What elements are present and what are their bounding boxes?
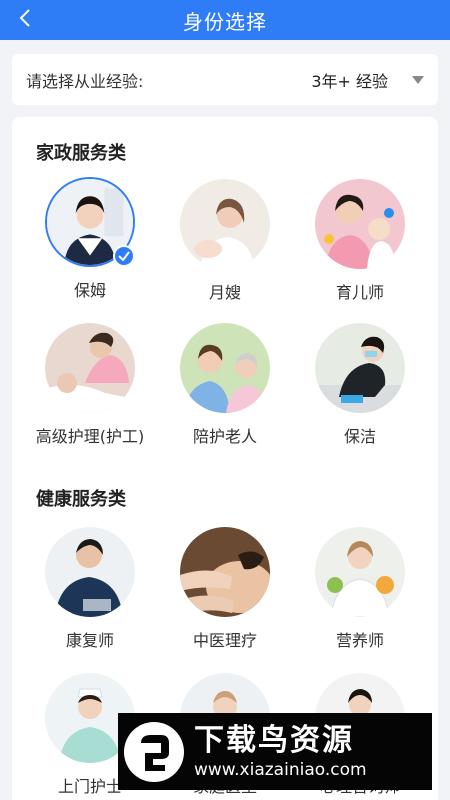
back-button[interactable]	[10, 0, 40, 36]
role-selection-card: 家政服务类 保姆 月嫂 育儿师 高级护理(护工) 陪护老人 保洁 健康服务类 康…	[12, 117, 438, 800]
role-option-maternity-nurse[interactable]: 月嫂	[155, 179, 295, 303]
avatar	[180, 323, 270, 413]
watermark-banner: 下载鸟资源 www.xiazainiao.com	[118, 713, 432, 790]
role-option-nanny[interactable]: 保姆	[20, 177, 160, 301]
nutritionist-photo	[315, 527, 405, 617]
avatar	[45, 177, 135, 267]
role-option-tcm-therapy[interactable]: 中医理疗	[155, 527, 295, 651]
role-option-cleaning[interactable]: 保洁	[290, 323, 430, 447]
cleaning-photo	[315, 323, 405, 413]
avatar	[315, 323, 405, 413]
experience-selector-card: 请选择从业经验: 3年+ 经验	[12, 54, 438, 105]
section-title-housekeeping: 家政服务类	[36, 143, 126, 164]
role-label: 育儿师	[335, 283, 384, 302]
role-label: 保姆	[73, 281, 106, 300]
role-option-rehab-therapist[interactable]: 康复师	[20, 527, 160, 651]
chevron-left-icon	[19, 9, 30, 27]
role-label: 保洁	[343, 427, 376, 446]
avatar	[45, 323, 135, 413]
role-label: 高级护理(护工)	[35, 427, 145, 446]
rehab-therapist-photo	[45, 527, 135, 617]
role-option-senior-care[interactable]: 高级护理(护工)	[20, 323, 160, 447]
bird-logo-icon	[124, 721, 184, 782]
elderly-companion-photo	[180, 323, 270, 413]
avatar	[315, 179, 405, 269]
role-label: 中医理疗	[192, 631, 257, 650]
experience-value: 3年+ 经验	[311, 71, 388, 91]
avatar	[45, 527, 135, 617]
page-title: 身份选择	[183, 9, 267, 34]
role-label: 营养师	[335, 631, 384, 650]
section-title-health: 健康服务类	[36, 489, 126, 510]
avatar	[315, 527, 405, 617]
experience-label: 请选择从业经验:	[26, 71, 144, 91]
role-option-nutritionist[interactable]: 营养师	[290, 527, 430, 651]
caret-down-icon	[412, 75, 424, 84]
role-label: 陪护老人	[192, 427, 257, 446]
role-label: 月嫂	[208, 283, 241, 302]
avatar	[180, 527, 270, 617]
role-label: 康复师	[65, 631, 114, 650]
maternity-nurse-photo	[180, 179, 270, 269]
role-option-childcare[interactable]: 育儿师	[290, 179, 430, 303]
senior-care-photo	[45, 323, 135, 413]
role-option-elderly-companion[interactable]: 陪护老人	[155, 323, 295, 447]
childcare-photo	[315, 179, 405, 269]
watermark-title: 下载鸟资源	[194, 722, 354, 758]
experience-dropdown[interactable]: 3年+ 经验	[311, 68, 424, 92]
checkmark-icon	[113, 245, 135, 267]
top-nav-bar: 身份选择	[0, 0, 450, 40]
watermark-text: 下载鸟资源 www.xiazainiao.com	[194, 723, 367, 781]
tcm-therapy-photo	[180, 527, 270, 617]
avatar	[180, 179, 270, 269]
watermark-url: www.xiazainiao.com	[194, 759, 367, 780]
